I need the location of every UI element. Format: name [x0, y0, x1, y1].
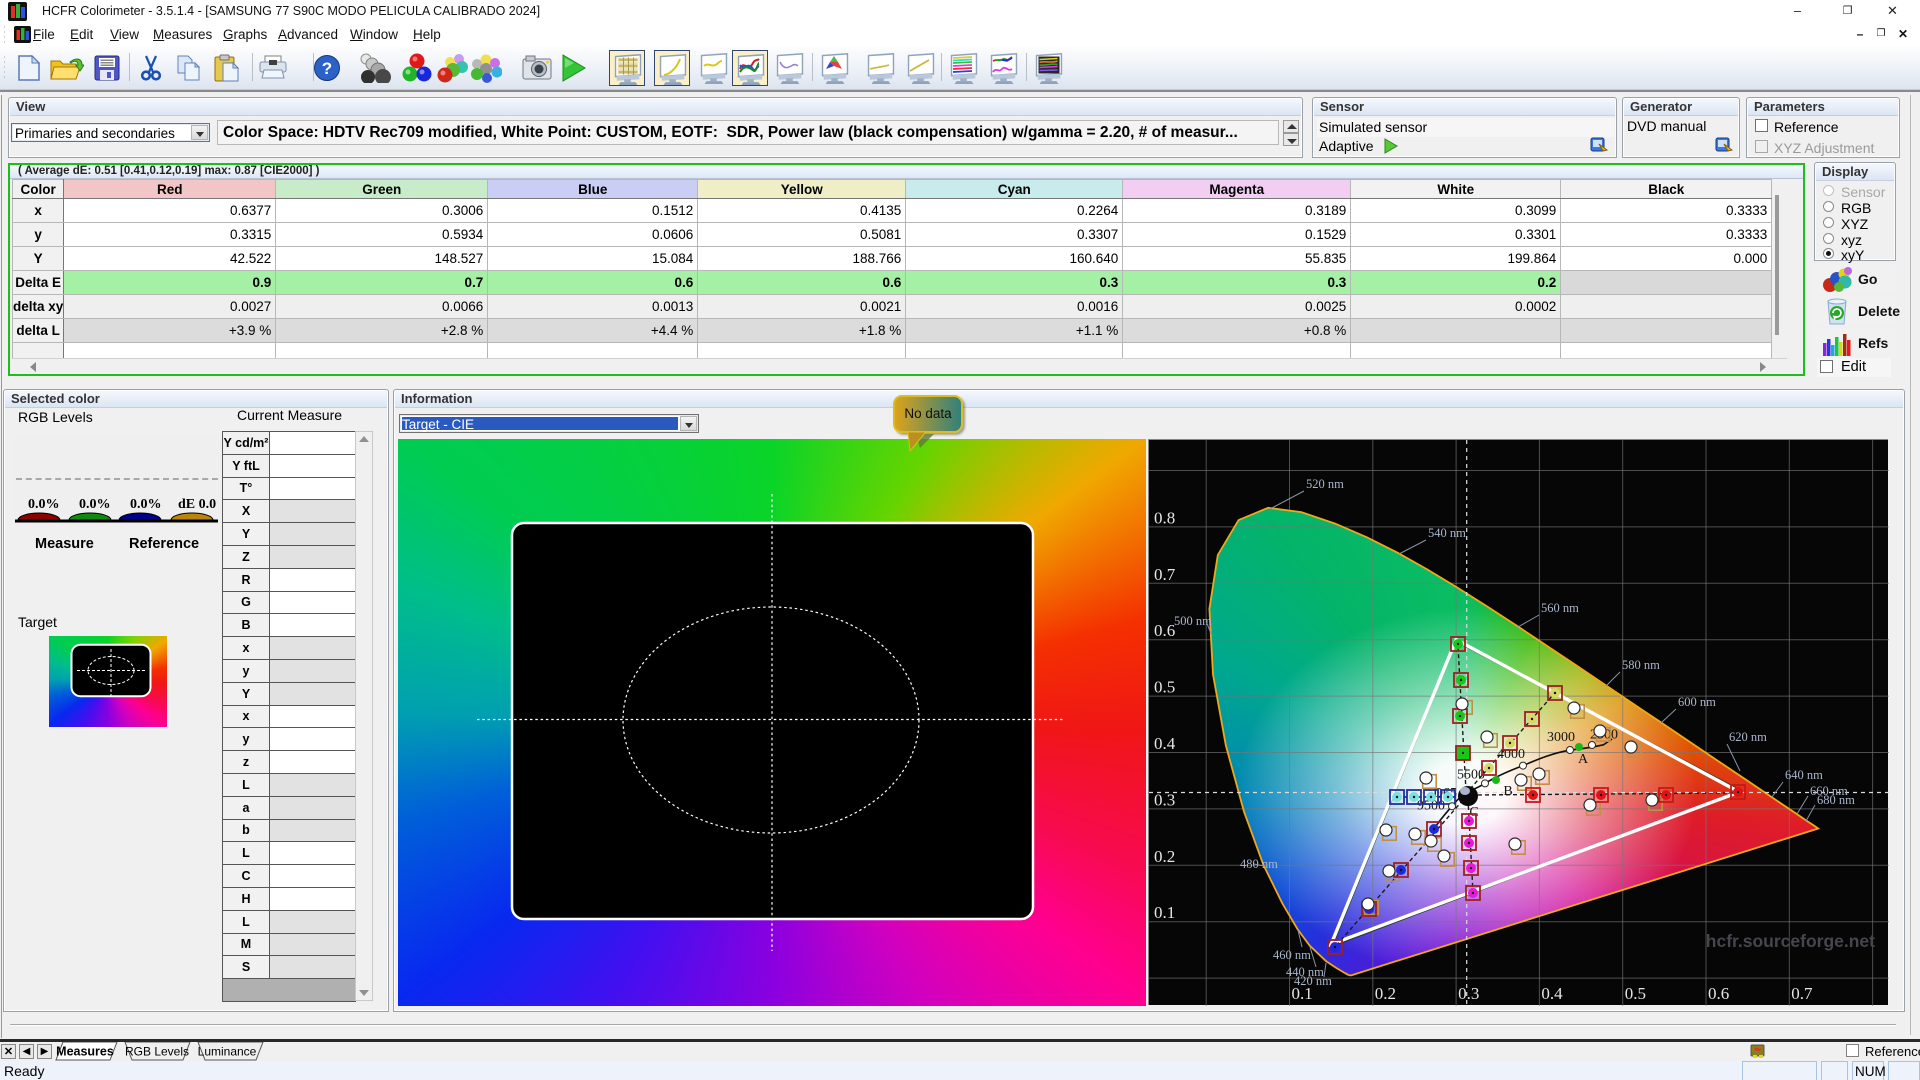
svg-text:Measures: Measures: [56, 1045, 114, 1059]
svg-text:0.1: 0.1: [1292, 984, 1313, 1003]
svg-text:620 nm: 620 nm: [1729, 730, 1767, 744]
svg-text:600 nm: 600 nm: [1678, 695, 1716, 709]
svg-text:0.5: 0.5: [1625, 984, 1646, 1003]
svg-text:0.4: 0.4: [1154, 734, 1176, 753]
svg-text:0.2: 0.2: [1154, 847, 1175, 866]
svg-text:580 nm: 580 nm: [1622, 658, 1660, 672]
svg-text:0.8: 0.8: [1154, 508, 1175, 527]
svg-text:640 nm: 640 nm: [1785, 768, 1823, 782]
svg-text:0.6: 0.6: [1154, 621, 1175, 640]
svg-text:0.3: 0.3: [1458, 984, 1479, 1003]
svg-text:3000: 3000: [1547, 730, 1575, 745]
svg-text:0.3: 0.3: [1154, 790, 1175, 809]
svg-text:0.1: 0.1: [1154, 903, 1175, 922]
svg-text:0.5: 0.5: [1154, 678, 1175, 697]
svg-text:?: ?: [322, 59, 332, 78]
svg-text:0.4: 0.4: [1541, 984, 1563, 1003]
svg-text:540 nm: 540 nm: [1428, 526, 1466, 540]
svg-text:0.7: 0.7: [1154, 565, 1176, 584]
svg-text:RGB Levels: RGB Levels: [125, 1045, 189, 1059]
svg-text:4000: 4000: [1497, 747, 1525, 762]
svg-text:A: A: [1578, 752, 1589, 767]
svg-text:0.2: 0.2: [1375, 984, 1396, 1003]
svg-text:520 nm: 520 nm: [1306, 477, 1344, 491]
svg-text:480 nm: 480 nm: [1240, 857, 1278, 871]
svg-text:560 nm: 560 nm: [1541, 601, 1579, 615]
svg-text:Luminance: Luminance: [198, 1045, 257, 1059]
svg-text:B: B: [1503, 784, 1512, 799]
svg-text:0.7: 0.7: [1791, 984, 1813, 1003]
svg-text:680 nm: 680 nm: [1817, 793, 1855, 807]
svg-text:hcfr.sourceforge.net: hcfr.sourceforge.net: [1706, 931, 1875, 951]
svg-text:5500: 5500: [1457, 768, 1485, 783]
svg-text:0.6: 0.6: [1708, 984, 1729, 1003]
svg-text:460 nm: 460 nm: [1273, 948, 1311, 962]
